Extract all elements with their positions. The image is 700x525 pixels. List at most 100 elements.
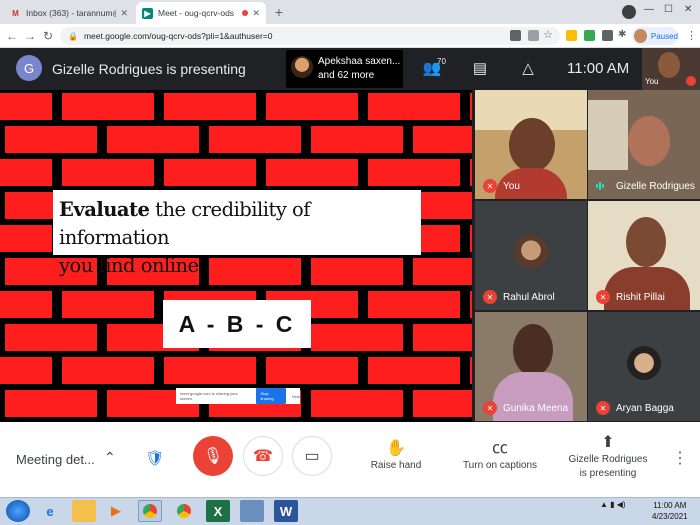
mic-off-icon: 🎙 [202,448,224,465]
participant-tile-rahul[interactable]: ✕ Rahul Abrol [475,201,587,310]
participant-tile-gunika[interactable]: ✕ Gunika Meena [475,312,587,421]
tab-gmail[interactable]: M Inbox (363) - tarannum@theindi ✕ [4,2,134,24]
maximize-icon[interactable]: ☐ [664,4,673,15]
chat-icon[interactable]: ▤ [468,56,492,80]
close-window-icon[interactable]: ✕ [684,4,692,15]
back-icon[interactable]: ← [4,28,20,44]
brick [413,390,472,417]
brick [311,324,403,351]
url-text: meet.google.com/oug-qcrv-ods?pli=1&authu… [83,31,273,41]
extension-icon[interactable] [584,30,595,41]
microphone-button[interactable]: 🎙 [193,436,233,476]
share-notice-text: meet.google.com is sharing your screen. [180,391,238,401]
media-player-icon[interactable]: ▶ [104,500,128,522]
chrome-alt-icon[interactable] [172,500,196,522]
word-icon[interactable]: W [274,500,298,522]
file-explorer-icon[interactable] [72,500,96,522]
brick [368,93,460,120]
video-camera-icon: ▭ [304,448,320,465]
raise-hand-button[interactable]: ✋ Raise hand [364,438,428,471]
participant-tile-you[interactable]: ✕ You [475,90,587,199]
reload-icon[interactable]: ↻ [40,28,56,44]
gmail-icon: M [12,8,19,18]
participant-name: Gunika Meena [503,403,569,414]
remote-desktop-icon[interactable] [240,500,264,522]
brick [5,324,97,351]
more-options-icon[interactable]: ⋮ [672,448,688,468]
profile-button[interactable]: Paused [632,27,678,45]
minimize-icon[interactable]: — [644,4,654,15]
host-controls-shield-icon[interactable]: 🛡 [143,444,167,472]
forward-icon[interactable]: → [22,28,38,44]
meeting-details-button[interactable]: Meeting det... [16,452,95,467]
tab-meet[interactable]: ▶ Meet - oug-qcrv-ods ✕ [136,2,266,24]
brick [164,159,256,186]
extension-icon[interactable] [602,30,613,41]
extensions-puzzle-icon[interactable]: ✱ [618,29,626,40]
present-screen-icon: ⬆ [601,434,615,451]
hide-notice-button[interactable]: Hide [292,394,300,399]
mic-muted-icon: ✕ [483,179,497,193]
brick [368,159,460,186]
profile-status: Paused [650,31,678,41]
brick [413,258,472,285]
leave-call-button[interactable]: ☎ [243,436,283,476]
others-count: and 62 more [318,70,375,81]
presenter-avatar: G [16,55,42,81]
brick [209,126,301,153]
browser-menu-icon[interactable]: ⋮ [686,29,697,42]
taskbar-clock[interactable]: 11:00 AM 4/23/2021 [652,500,688,522]
bookmark-star-icon[interactable]: ☆ [543,28,553,41]
brick [368,357,460,384]
share-icon[interactable] [528,30,539,41]
extension-icon[interactable] [566,30,577,41]
mic-muted-icon: ✕ [483,290,497,304]
brick [0,225,52,252]
activities-icon[interactable]: △ [516,56,540,80]
slide-heading-box: Evaluate the credibility of information … [53,190,421,277]
speaking-indicator-icon [596,181,610,191]
brick [164,93,256,120]
media-control-icon[interactable] [622,5,636,19]
excel-icon[interactable]: X [206,500,230,522]
slide-bold-word: Evaluate [59,198,150,221]
self-view-tile[interactable]: You [642,48,700,90]
chrome-logo [177,504,191,518]
mic-muted-icon [686,76,696,86]
brick [470,225,472,252]
chevron-up-icon[interactable]: ⌃ [104,449,116,466]
participant-avatar [291,56,313,78]
internet-explorer-icon[interactable]: e [38,500,62,522]
url-field[interactable]: 🔒 meet.google.com/oug-qcrv-ods?pli=1&aut… [60,27,560,45]
slide-abc-box: A - B - C [163,300,311,348]
meet-icon: ▶ [142,7,153,19]
brick [266,357,358,384]
self-label: You [645,77,659,86]
participant-tile-rishit[interactable]: ✕ Rishit Pillai [588,201,700,310]
raise-hand-label: Raise hand [370,460,422,471]
close-tab-icon[interactable]: ✕ [120,8,128,19]
participant-count: 70 [437,57,446,66]
brick [62,291,154,318]
chrome-icon[interactable] [138,500,162,522]
recording-dot-icon [242,10,249,16]
profile-avatar [634,29,647,43]
taskbar-time: 11:00 AM [653,501,687,510]
participant-video-body [604,267,690,310]
presenting-button[interactable]: ⬆ Gizelle Rodrigues is presenting [560,432,656,479]
participant-video-face [513,324,553,376]
camera-indicator-icon[interactable] [510,30,521,41]
brick [311,390,403,417]
captions-button[interactable]: ㏄ Turn on captions [456,438,544,471]
participant-tile-aryan[interactable]: ✕ Aryan Bagga [588,312,700,421]
stop-sharing-button[interactable]: Stop sharing [256,388,286,404]
brick [0,291,52,318]
presenting-label-2: is presenting [579,468,637,479]
start-button-icon[interactable] [6,500,30,522]
new-tab-button[interactable]: + [270,3,288,21]
system-tray[interactable]: ▲ ▮ ◀) [600,500,626,509]
close-tab-icon[interactable]: ✕ [252,8,260,19]
camera-button[interactable]: ▭ [292,436,332,476]
brick [266,159,358,186]
participant-tile-gizelle[interactable]: Gizelle Rodrigues [588,90,700,199]
